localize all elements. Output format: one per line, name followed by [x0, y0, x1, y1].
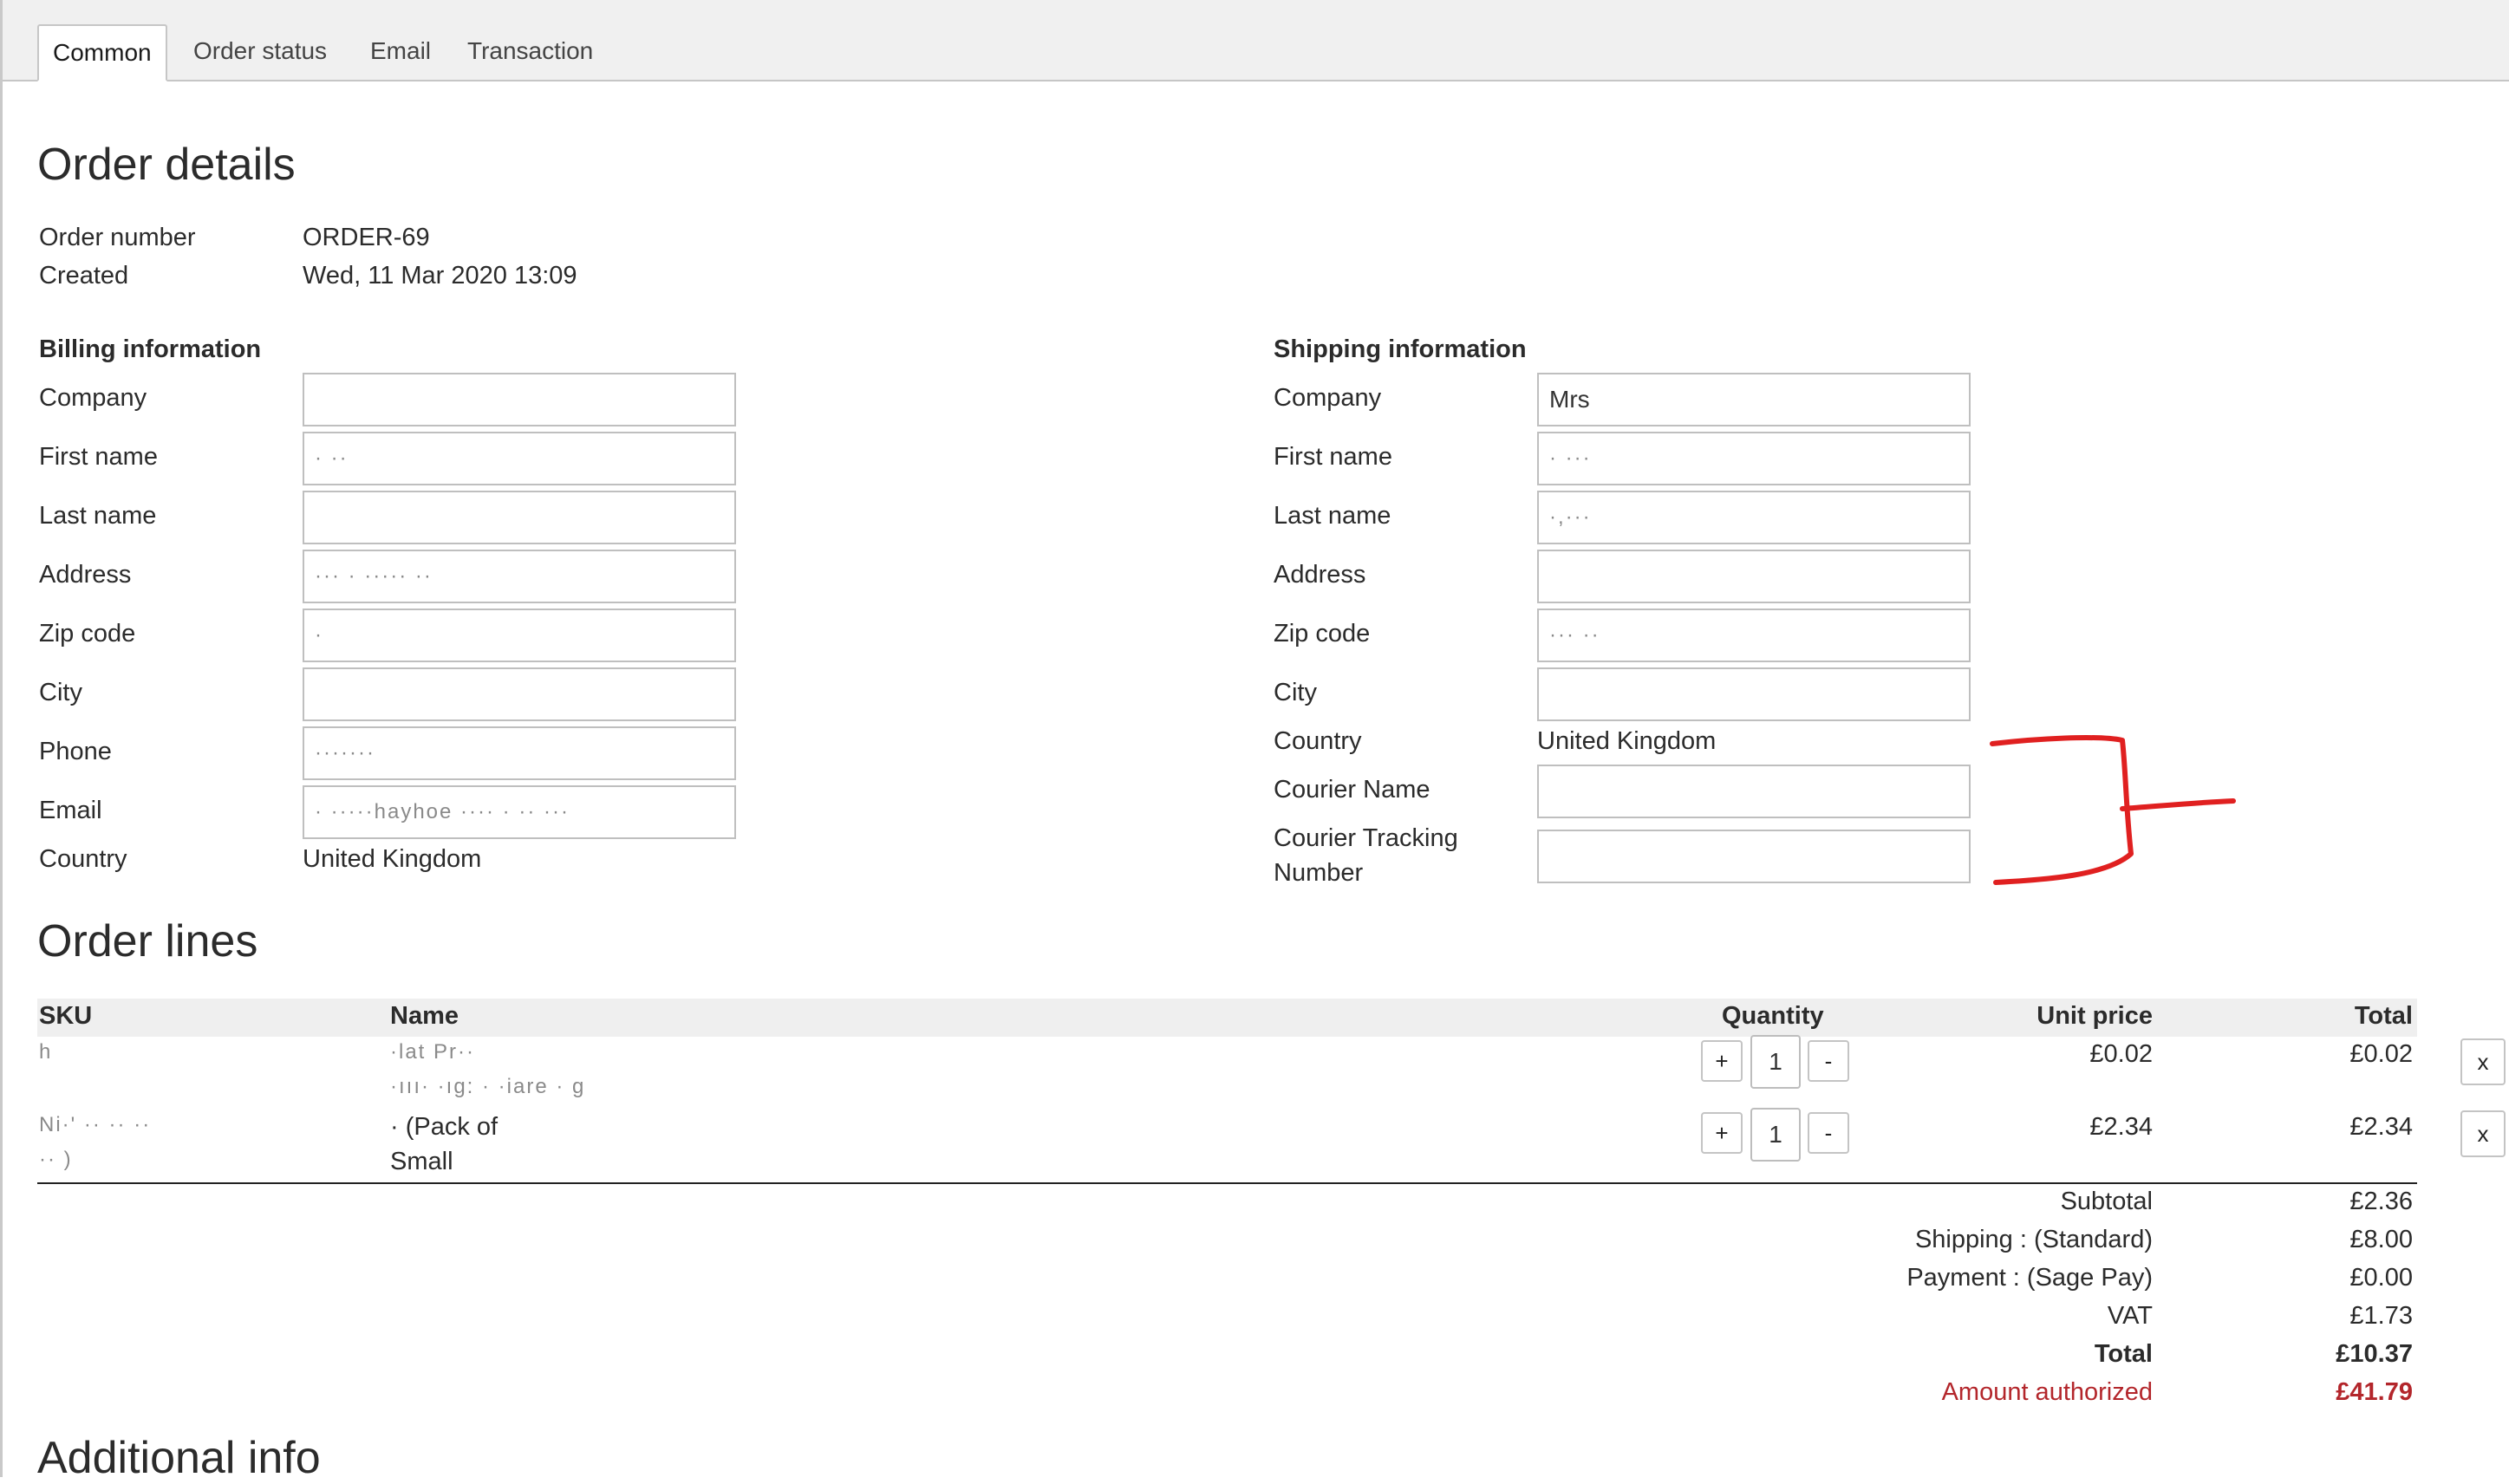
- order-number-label: Order number: [39, 224, 196, 251]
- billing-zip-label: Zip code: [39, 620, 136, 648]
- header-name: Name: [390, 1002, 459, 1030]
- total-label: Total: [2094, 1340, 2153, 1368]
- billing-country-label: Country: [39, 845, 127, 873]
- billing-address-label: Address: [39, 561, 132, 589]
- billing-city-label: City: [39, 679, 82, 706]
- totals-divider: [37, 1182, 2417, 1184]
- billing-address-field[interactable]: ··· · ····· ··: [303, 550, 736, 603]
- row2-increase-button[interactable]: +: [1701, 1112, 1743, 1154]
- billing-first-name-field[interactable]: · ··: [303, 432, 736, 485]
- row2-name-line1: · (Pack of: [390, 1113, 499, 1141]
- shipping-last-name-label: Last name: [1274, 502, 1391, 530]
- billing-company-field[interactable]: [303, 373, 736, 426]
- billing-city-field[interactable]: [303, 667, 736, 721]
- vat-label: VAT: [2107, 1302, 2153, 1330]
- red-annotation-bracket: [1990, 735, 2236, 885]
- courier-name-label: Courier Name: [1274, 776, 1430, 804]
- courier-tracking-field[interactable]: [1537, 830, 1971, 883]
- shipping-city-field[interactable]: [1537, 667, 1971, 721]
- shipping-cost-label: Shipping : (Standard): [1914, 1226, 2153, 1253]
- billing-phone-field[interactable]: ·······: [303, 726, 736, 780]
- billing-last-name-field[interactable]: [303, 491, 736, 544]
- shipping-heading: Shipping information: [1274, 335, 1527, 363]
- tab-email[interactable]: Email: [356, 24, 445, 78]
- tab-transaction[interactable]: Transaction: [453, 24, 607, 78]
- created-label: Created: [39, 262, 129, 290]
- shipping-city-label: City: [1274, 679, 1317, 706]
- row1-decrease-button[interactable]: -: [1808, 1040, 1849, 1082]
- shipping-company-label: Company: [1274, 384, 1382, 412]
- header-quantity: Quantity: [1722, 1002, 1824, 1030]
- window-left-border: [0, 0, 3, 1477]
- payment-label: Payment : (Sage Pay): [1906, 1264, 2153, 1292]
- shipping-country-value: United Kingdom: [1537, 727, 1717, 755]
- shipping-first-name-label: First name: [1274, 443, 1392, 471]
- billing-company-label: Company: [39, 384, 147, 412]
- row1-total: £0.02: [2349, 1040, 2413, 1068]
- row1-name-line2: ·ııı· ·ıg: · ·iare · g: [390, 1075, 586, 1098]
- vat-value: £1.73: [2349, 1302, 2413, 1330]
- row2-unit-price: £2.34: [2089, 1113, 2153, 1141]
- courier-name-field[interactable]: [1537, 765, 1971, 818]
- billing-zip-field[interactable]: ·: [303, 609, 736, 662]
- header-sku: SKU: [39, 1002, 93, 1030]
- row2-total: £2.34: [2349, 1113, 2413, 1141]
- row1-increase-button[interactable]: +: [1701, 1040, 1743, 1082]
- billing-email-field[interactable]: · ·····hayhoe ···· · ·· ···: [303, 785, 736, 839]
- order-number-value: ORDER-69: [303, 224, 430, 251]
- order-details-title: Order details: [37, 140, 296, 190]
- amount-authorized-label: Amount authorized: [1941, 1378, 2153, 1406]
- created-value: Wed, 11 Mar 2020 13:09: [303, 262, 577, 290]
- row2-name-line2: Small: [390, 1148, 453, 1175]
- row2-remove-button[interactable]: x: [2460, 1110, 2506, 1157]
- row2-quantity-input[interactable]: 1: [1750, 1108, 1801, 1162]
- shipping-last-name-field[interactable]: ·,···: [1537, 491, 1971, 544]
- row1-name-line1: ·lat Pr··: [390, 1040, 475, 1064]
- shipping-zip-label: Zip code: [1274, 620, 1371, 648]
- billing-phone-label: Phone: [39, 738, 112, 765]
- tab-order-status[interactable]: Order status: [179, 24, 341, 78]
- row1-unit-price: £0.02: [2089, 1040, 2153, 1068]
- shipping-first-name-field[interactable]: · ···: [1537, 432, 1971, 485]
- shipping-address-label: Address: [1274, 561, 1366, 589]
- subtotal-value: £2.36: [2349, 1188, 2413, 1215]
- billing-first-name-label: First name: [39, 443, 158, 471]
- shipping-company-field[interactable]: Mrs: [1537, 373, 1971, 426]
- tab-bar: Common Order status Email Transaction: [3, 0, 2509, 81]
- row2-sku-line1: Ni·' ·· ·· ··: [39, 1113, 152, 1136]
- header-total: Total: [2354, 1002, 2413, 1030]
- billing-heading: Billing information: [39, 335, 262, 363]
- total-value: £10.37: [2336, 1340, 2413, 1368]
- row1-sku: h: [39, 1040, 53, 1064]
- row1-remove-button[interactable]: x: [2460, 1038, 2506, 1085]
- header-unit-price: Unit price: [2037, 1002, 2153, 1030]
- additional-info-title: Additional info: [37, 1433, 321, 1483]
- billing-country-value: United Kingdom: [303, 845, 482, 873]
- amount-authorized-value: £41.79: [2336, 1378, 2413, 1406]
- tab-common[interactable]: Common: [37, 24, 167, 81]
- row2-sku-line2: ·· ): [39, 1148, 73, 1171]
- row1-quantity-input[interactable]: 1: [1750, 1035, 1801, 1089]
- order-lines-title: Order lines: [37, 916, 258, 967]
- billing-last-name-label: Last name: [39, 502, 157, 530]
- row2-decrease-button[interactable]: -: [1808, 1112, 1849, 1154]
- courier-tracking-label-line2: Number: [1274, 859, 1364, 887]
- shipping-country-label: Country: [1274, 727, 1362, 755]
- shipping-cost-value: £8.00: [2349, 1226, 2413, 1253]
- billing-email-label: Email: [39, 797, 102, 824]
- payment-value: £0.00: [2349, 1264, 2413, 1292]
- shipping-zip-field[interactable]: ··· ··: [1537, 609, 1971, 662]
- shipping-address-field[interactable]: [1537, 550, 1971, 603]
- courier-tracking-label-line1: Courier Tracking: [1274, 824, 1458, 852]
- subtotal-label: Subtotal: [2060, 1188, 2153, 1215]
